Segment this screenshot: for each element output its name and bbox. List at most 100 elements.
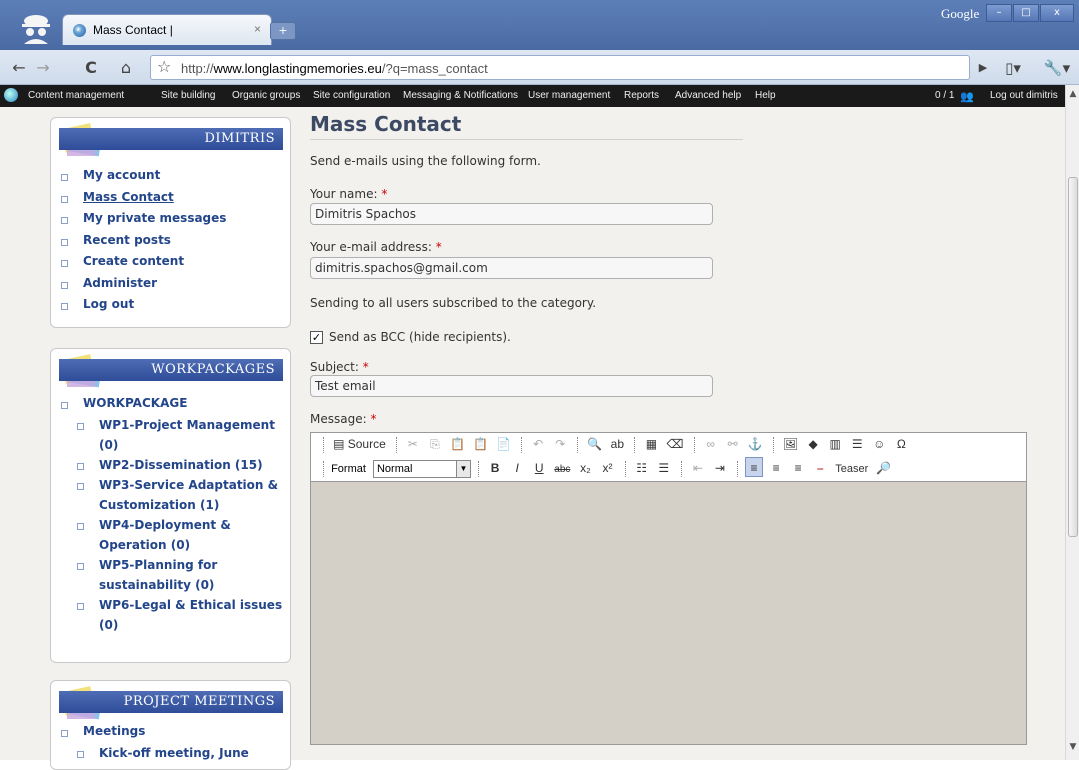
subscript-icon[interactable]: x₂ [576, 458, 594, 478]
admin-menu-item[interactable]: Site configuration [313, 90, 390, 101]
find-icon[interactable]: 🔍 [585, 434, 604, 454]
scroll-down-icon[interactable]: ▼ [1068, 742, 1078, 752]
admin-menu-item[interactable]: Organic groups [232, 90, 300, 101]
admin-menu-item[interactable]: User management [528, 90, 610, 101]
indent-icon[interactable]: ⇥ [711, 458, 729, 478]
table-icon[interactable]: ▥ [826, 434, 844, 454]
strikethrough-icon[interactable]: abc [552, 460, 572, 480]
horizontal-rule-icon[interactable]: ☰ [848, 434, 866, 454]
admin-menu-item[interactable]: Reports [624, 90, 659, 101]
menu-item-create-content[interactable]: Create content [61, 251, 226, 273]
scroll-up-icon[interactable]: ▲ [1068, 89, 1078, 99]
page-menu-icon[interactable]: ▯▾ [998, 57, 1028, 79]
browser-tab[interactable]: Mass Contact | × [62, 14, 272, 45]
admin-menu-item[interactable]: Help [755, 90, 776, 101]
undo-icon[interactable]: ↶ [529, 434, 547, 454]
new-tab-button[interactable]: + [270, 22, 296, 40]
editor-text-area[interactable] [311, 481, 1026, 744]
bullet-list-icon[interactable]: ☰ [655, 458, 673, 478]
link-icon[interactable]: ∞ [702, 434, 720, 454]
underline-icon[interactable]: U [530, 458, 548, 478]
block-title: WORKPACKAGES [59, 359, 283, 381]
copy-icon[interactable]: ⎘ [426, 434, 444, 454]
address-bar[interactable]: ☆ http://www.longlastingmemories.eu/?q=m… [150, 55, 970, 80]
outdent-icon[interactable]: ⇤ [689, 458, 707, 478]
paste-icon[interactable]: 📋 [448, 434, 467, 454]
format-label: Format [331, 463, 366, 475]
workpackages-block: WORKPACKAGES WORKPACKAGE WP1-Project Man… [50, 348, 291, 663]
anchor-icon[interactable]: ⚓ [746, 434, 765, 454]
flash-icon[interactable]: ◆ [804, 434, 822, 454]
preview-icon[interactable]: 🔎 [874, 458, 893, 478]
remove-format-icon[interactable]: ⌫ [665, 434, 686, 454]
menu-item-wp2[interactable]: WP2-Dissemination (15) [61, 455, 282, 475]
menu-item-wp1[interactable]: WP1-Project Management (0) [61, 415, 282, 455]
redo-icon[interactable]: ↷ [551, 434, 569, 454]
menu-item-wp4[interactable]: WP4-Deployment & Operation (0) [61, 515, 282, 555]
minimize-button[interactable]: – [986, 4, 1012, 22]
format-select[interactable]: Normal ▼ [372, 460, 471, 479]
select-all-icon[interactable]: ▦ [642, 434, 660, 454]
bookmark-star-icon[interactable]: ☆ [157, 57, 171, 76]
close-window-button[interactable]: x [1040, 4, 1074, 22]
menu-item-my-account[interactable]: My account [61, 165, 226, 187]
admin-menu-item[interactable]: Content management [28, 90, 124, 101]
name-field[interactable]: Dimitris Spachos [310, 203, 713, 225]
cut-icon[interactable]: ✂ [404, 434, 422, 454]
bcc-checkbox[interactable]: ✓ [310, 331, 323, 344]
reload-icon[interactable]: C [80, 57, 102, 79]
home-icon[interactable]: ⌂ [115, 57, 137, 79]
back-icon[interactable]: ← [8, 57, 30, 79]
page-scrollbar[interactable]: ▲ ▼ [1065, 85, 1079, 760]
url-text[interactable]: http://www.longlastingmemories.eu/?q=mas… [181, 61, 488, 76]
smiley-icon[interactable]: ☺ [870, 434, 888, 454]
maximize-button[interactable]: □ [1013, 4, 1039, 22]
block-title: PROJECT MEETINGS [59, 691, 283, 713]
menu-item-mass-contact[interactable]: Mass Contact [61, 187, 226, 209]
special-char-icon[interactable]: Ω [892, 434, 910, 454]
superscript-icon[interactable]: x² [599, 458, 617, 478]
menu-item-private-messages[interactable]: My private messages [61, 208, 226, 230]
scroll-thumb[interactable] [1068, 177, 1078, 537]
admin-menu-item[interactable]: Advanced help [675, 90, 741, 101]
menu-item-recent-posts[interactable]: Recent posts [61, 230, 226, 252]
admin-menu-item[interactable]: Site building [161, 90, 215, 101]
menu-item-wp5[interactable]: WP5-Planning for sustainability (0) [61, 555, 282, 595]
email-field[interactable]: dimitris.spachos@gmail.com [310, 257, 713, 279]
menu-item-administer[interactable]: Administer [61, 273, 226, 295]
tab-close-icon[interactable]: × [254, 22, 261, 36]
paste-word-icon[interactable]: 📄 [494, 434, 513, 454]
menu-item-workpackage[interactable]: WORKPACKAGE [61, 393, 282, 415]
browser-toolbar: ← → C ⌂ ☆ http://www.longlastingmemories… [0, 50, 1079, 85]
admin-menu-item[interactable]: Messaging & Notifications [403, 90, 518, 101]
block-title: DIMITRIS [59, 128, 283, 150]
unlink-icon[interactable]: ⚯ [724, 434, 742, 454]
forward-icon[interactable]: → [32, 57, 54, 79]
menu-item-wp3[interactable]: WP3-Service Adaptation & Customization (1… [61, 475, 282, 515]
bcc-label: Send as BCC (hide recipients). [329, 330, 511, 344]
menu-item-meetings[interactable]: Meetings [61, 721, 249, 743]
paste-text-icon[interactable]: 📋 [471, 434, 490, 454]
subject-field[interactable]: Test email [310, 375, 713, 397]
align-left-icon[interactable]: ≡ [745, 457, 764, 477]
align-center-icon[interactable]: ≡ [767, 458, 785, 478]
bold-icon[interactable]: B [486, 458, 504, 478]
align-right-icon[interactable]: ≡ [789, 458, 807, 478]
subject-label: Subject: * [310, 360, 369, 374]
menu-item-log-out[interactable]: Log out [61, 294, 226, 316]
image-icon[interactable]: 🖼 [781, 434, 800, 454]
logout-link[interactable]: Log out dimitris [990, 90, 1058, 101]
tab-title: Mass Contact | [93, 23, 173, 37]
wrench-menu-icon[interactable]: 🔧▾ [1040, 57, 1074, 79]
numbered-list-icon[interactable]: ☷ [633, 458, 651, 478]
menu-item-wp6[interactable]: WP6-Legal & Ethical issues (0) [61, 595, 282, 635]
teaser-button[interactable]: Teaser [833, 459, 870, 479]
name-label: Your name: * [310, 187, 388, 201]
teaser-break-icon[interactable]: ⎯ [811, 458, 829, 478]
drupal-logo-icon[interactable] [4, 88, 18, 102]
source-button[interactable]: ▤ Source [331, 434, 388, 454]
play-icon[interactable]: ▶ [972, 57, 994, 79]
message-editor: ▤ Source ✂ ⎘ 📋 📋 📄 ↶ ↷ 🔍 ab ▦ ⌫ ∞ ⚯ ⚓ 🖼 … [310, 432, 1027, 745]
replace-icon[interactable]: ab [608, 434, 626, 454]
italic-icon[interactable]: I [508, 458, 526, 478]
